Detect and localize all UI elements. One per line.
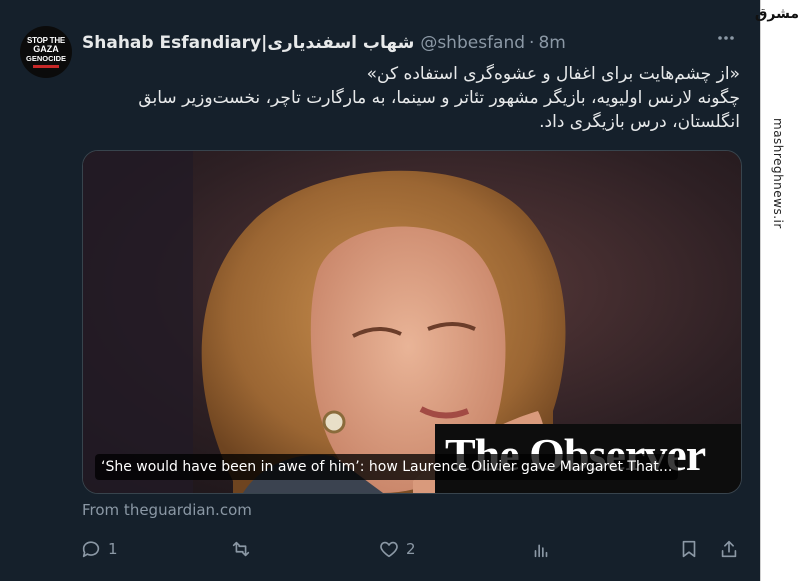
tweet[interactable]: STOP THE GAZA GENOCIDE Shahab Esfandiary…: [0, 0, 800, 581]
tweet-text-line: «از چشم‌هایت برای اغفال و عشوه‌گری استفا…: [366, 64, 740, 84]
author-name[interactable]: Shahab Esfandiary|شهاب اسفندیاری: [82, 33, 414, 53]
avatar-text-line3: GENOCIDE: [25, 54, 66, 63]
retweet-icon: [232, 541, 250, 557]
watermark-url: mashreghnews.ir: [771, 118, 785, 229]
reply-icon: [82, 541, 100, 558]
views-bar-icon: [534, 544, 548, 558]
share-button[interactable]: [718, 535, 740, 563]
more-dots-icon[interactable]: [716, 28, 736, 48]
watermark-strip: مشرق mashreghnews.ir: [754, 0, 800, 581]
views-button[interactable]: [530, 535, 558, 563]
avatar[interactable]: STOP THE GAZA GENOCIDE: [20, 26, 72, 78]
header-separator: ·: [529, 33, 535, 53]
card-source[interactable]: From theguardian.com: [82, 500, 252, 520]
bookmark-icon: [682, 540, 696, 558]
avatar-stripe: [33, 65, 59, 68]
link-card[interactable]: The Observer ‘She would have been in awe…: [82, 150, 742, 494]
heart-icon: [380, 541, 398, 558]
like-count: 2: [406, 540, 416, 558]
action-bar: 1 2: [80, 535, 742, 563]
tweet-header: Shahab Esfandiary|شهاب اسفندیاری @shbesf…: [82, 30, 566, 56]
retweet-button[interactable]: [230, 535, 258, 563]
reply-button[interactable]: 1: [80, 535, 118, 563]
share-icon: [721, 540, 737, 558]
author-handle[interactable]: @shbesfand: [420, 33, 525, 53]
reply-count: 1: [108, 540, 118, 558]
tweet-text-line: انگلستان، درس بازیگری داد.: [539, 112, 740, 132]
like-button[interactable]: 2: [378, 535, 416, 563]
card-caption[interactable]: ‘She would have been in awe of him’: how…: [95, 454, 679, 480]
tweet-timestamp[interactable]: 8m: [538, 33, 565, 53]
avatar-text-line2: GAZA: [33, 44, 59, 54]
tweet-text: «از چشم‌هایت برای اغفال و عشوه‌گری استفا…: [80, 62, 740, 134]
bookmark-button[interactable]: [678, 535, 700, 563]
tweet-text-line: چگونه لارنس اولیویه، بازیگر مشهور تئاتر …: [138, 88, 740, 108]
watermark-logo: مشرق: [754, 6, 799, 22]
